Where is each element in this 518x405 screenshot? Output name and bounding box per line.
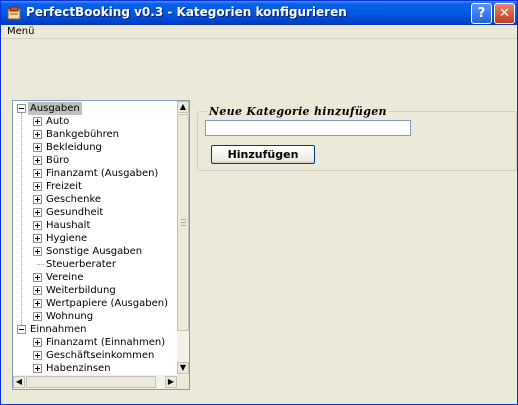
menu-item-menu[interactable]: Menü	[7, 25, 34, 38]
tree-item-label: Haushalt	[46, 220, 91, 231]
tree-item[interactable]: Wohnung	[13, 310, 177, 323]
tree-item-label: Ausgaben	[28, 102, 82, 115]
tree-item-label: Steuerberater	[46, 259, 116, 270]
tree-item[interactable]: Haushalt	[13, 219, 177, 232]
tree-item[interactable]: Geschenke	[13, 193, 177, 206]
tree-connector-line	[21, 113, 22, 325]
expand-plus-icon[interactable]	[33, 299, 42, 308]
tree-item[interactable]: Vereine	[13, 271, 177, 284]
collapse-minus-icon[interactable]	[17, 104, 26, 113]
expand-plus-icon[interactable]	[33, 247, 42, 256]
collapse-minus-icon[interactable]	[17, 325, 26, 334]
expand-plus-icon[interactable]	[33, 130, 42, 139]
scroll-left-button[interactable]: ◀	[13, 376, 25, 388]
window-title: PerfectBooking v0.3 - Kategorien konfigu…	[26, 5, 347, 19]
help-button[interactable]: ?	[471, 3, 492, 24]
tree-item[interactable]: Freizeit	[13, 180, 177, 193]
tree-item-label: Bankgebühren	[46, 129, 120, 140]
tree-root-item[interactable]: Einnahmen	[13, 323, 177, 336]
expand-plus-icon[interactable]	[33, 169, 42, 178]
tree-item-label: Geschenke	[46, 194, 102, 205]
tree-item[interactable]: Geschäftseinkommen	[13, 349, 177, 362]
tree-item-label: Auto	[46, 116, 70, 127]
tree-item-label: Wohnung	[46, 311, 94, 322]
close-button[interactable]: ✕	[494, 3, 515, 24]
new-category-input[interactable]	[205, 120, 411, 136]
tree-item-label: Einnahmen	[30, 324, 87, 335]
tree-connector-line	[37, 264, 44, 265]
expand-plus-icon[interactable]	[33, 221, 42, 230]
tree-item-label: Wertpapiere (Ausgaben)	[46, 298, 168, 309]
expand-plus-icon[interactable]	[33, 195, 42, 204]
tree-item-label: Sonstige Ausgaben	[46, 246, 143, 257]
expand-plus-icon[interactable]	[33, 286, 42, 295]
tree-item-label: Freizeit	[46, 181, 82, 192]
scroll-grip-icon	[181, 222, 186, 223]
vertical-scroll-thumb[interactable]	[177, 114, 189, 331]
tree-item[interactable]: Auto	[13, 115, 177, 128]
horizontal-scroll-thumb[interactable]	[26, 376, 156, 388]
scroll-grip-icon	[181, 219, 186, 220]
tree-item[interactable]: Finanzamt (Ausgaben)	[13, 167, 177, 180]
tree-item-label: Finanzamt (Einnahmen)	[46, 337, 166, 348]
expand-plus-icon[interactable]	[33, 234, 42, 243]
tree-item[interactable]: Sonstige Ausgaben	[13, 245, 177, 258]
tree-item[interactable]: Finanzamt (Einnahmen)	[13, 336, 177, 349]
scroll-right-button[interactable]: ▶	[165, 376, 177, 388]
expand-plus-icon[interactable]	[33, 338, 42, 347]
expand-plus-icon[interactable]	[33, 182, 42, 191]
add-category-button[interactable]: Hinzufügen	[211, 145, 315, 164]
tree-item-label: Vereine	[46, 272, 84, 283]
tree-root-item[interactable]: Ausgaben	[13, 102, 177, 115]
tree-item-label: Bekleidung	[46, 142, 102, 153]
expand-plus-icon[interactable]	[33, 351, 42, 360]
tree-item[interactable]: Wertpapiere (Ausgaben)	[13, 297, 177, 310]
main-window: PerfectBooking v0.3 - Kategorien konfigu…	[0, 0, 518, 405]
tree-item-label: Habenzinsen	[46, 363, 111, 374]
horizontal-scrollbar[interactable]: ◀ ▶	[13, 375, 177, 389]
app-icon	[7, 6, 21, 20]
tree-item-label: Finanzamt (Ausgaben)	[46, 168, 159, 179]
title-bar[interactable]: PerfectBooking v0.3 - Kategorien konfigu…	[1, 1, 517, 25]
expand-plus-icon[interactable]	[33, 312, 42, 321]
tree-item-label: Büro	[46, 155, 70, 166]
tree-item[interactable]: Bankgebühren	[13, 128, 177, 141]
tree-item-label: Weiterbildung	[46, 285, 116, 296]
tree-item[interactable]: Hygiene	[13, 232, 177, 245]
tree-item-label: Gesundheit	[46, 207, 104, 218]
vertical-scrollbar[interactable]: ▲ ▼	[177, 101, 189, 375]
expand-plus-icon[interactable]	[33, 143, 42, 152]
category-tree[interactable]: Ausgaben Auto Bankgebühren Bekleidung Büro Fi…	[12, 100, 190, 390]
expand-plus-icon[interactable]	[33, 364, 42, 373]
scrollbar-corner	[177, 375, 189, 389]
menu-bar: Menü	[1, 25, 517, 39]
expand-plus-icon[interactable]	[33, 117, 42, 126]
tree-item[interactable]: Weiterbildung	[13, 284, 177, 297]
expand-plus-icon[interactable]	[33, 208, 42, 217]
tree-item[interactable]: Steuerberater	[13, 258, 177, 271]
tree-item-label: Hygiene	[46, 233, 88, 244]
scroll-down-button[interactable]: ▼	[177, 362, 189, 374]
scroll-grip-icon	[181, 225, 186, 226]
tree-item[interactable]: Bekleidung	[13, 141, 177, 154]
tree-list: Ausgaben Auto Bankgebühren Bekleidung Büro Fi…	[13, 101, 177, 375]
expand-plus-icon[interactable]	[33, 156, 42, 165]
tree-item[interactable]: Gesundheit	[13, 206, 177, 219]
tree-item[interactable]: Büro	[13, 154, 177, 167]
expand-plus-icon[interactable]	[33, 273, 42, 282]
new-category-legend: Neue Kategorie hinzufügen	[207, 105, 389, 118]
scroll-up-button[interactable]: ▲	[177, 101, 189, 113]
tree-item[interactable]: Habenzinsen	[13, 362, 177, 375]
tree-item-label: Geschäftseinkommen	[46, 350, 155, 361]
